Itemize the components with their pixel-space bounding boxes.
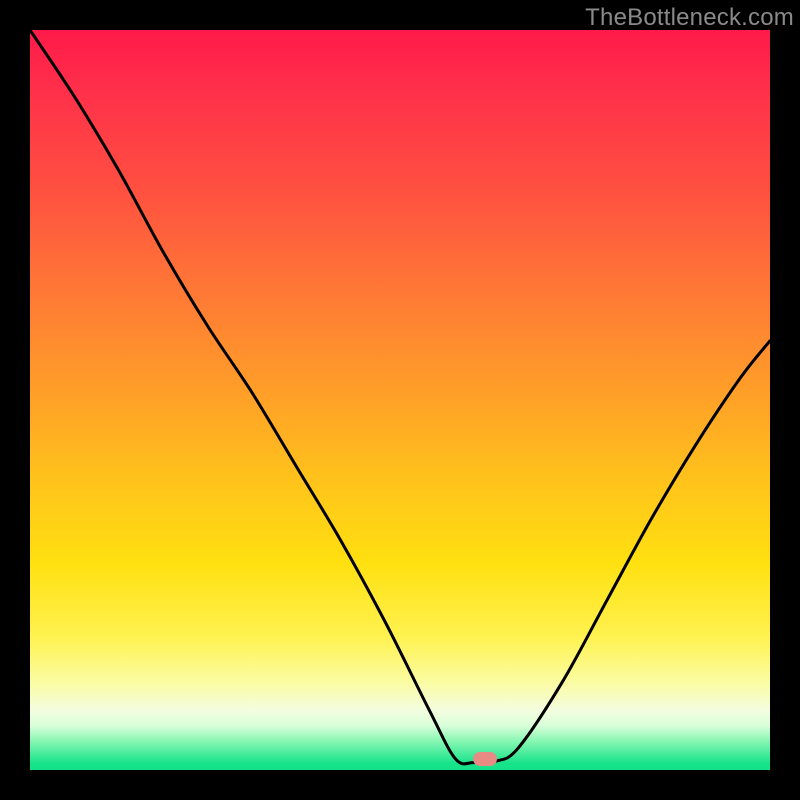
plot-area — [30, 30, 770, 770]
curve-svg — [30, 30, 770, 770]
bottleneck-curve-path — [30, 30, 770, 764]
watermark-text: TheBottleneck.com — [585, 4, 794, 32]
chart-frame: TheBottleneck.com — [0, 0, 800, 800]
optimal-marker — [473, 752, 497, 766]
